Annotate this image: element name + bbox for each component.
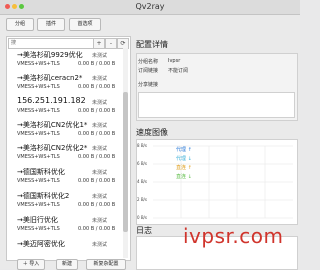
server-status: 未测试 — [92, 242, 108, 248]
legend-proxy-up: 代理 ↑ — [176, 147, 192, 153]
server-status: 未测试 — [92, 100, 108, 106]
watermark-text: ivpsr.com — [183, 224, 284, 248]
server-meta: VMESS+WS+TLS 0.00 B / 0.00 B — [17, 226, 116, 232]
speed-graph-title: 速度图像 — [136, 128, 168, 137]
server-status: 未测试 — [92, 218, 108, 224]
server-meta: VMESS+WS+TLS 0.00 B / 0.00 B — [17, 154, 116, 160]
remove-icon[interactable]: - — [105, 38, 117, 49]
server-status: 未测试 — [92, 170, 108, 176]
app-window: Qv2ray 分组 插件 首选项 搜 + - ⟳ →美洛杉矶9929优化 未测试… — [0, 0, 300, 270]
legend-direct-down: 直连 ↓ — [176, 174, 192, 180]
subscription-row: 订阅链接 不能订阅 — [138, 68, 189, 74]
config-details-title: 配置详情 — [136, 40, 168, 49]
subscription-value: 不能订阅 — [168, 68, 189, 74]
import-button[interactable]: ＋ 导入 — [17, 259, 45, 270]
import-icon: ＋ — [22, 261, 28, 267]
server-meta: VMESS+WS+TLS 0.00 B / 0.00 B — [17, 178, 116, 184]
server-meta: VMESS+WS+TLS 0.00 B / 0.00 B — [17, 61, 116, 67]
server-traffic: 0.00 B / 0.00 B — [78, 84, 116, 90]
server-meta: VMESS+WS+TLS 0.00 B / 0.00 B — [17, 108, 116, 114]
server-status: 未测试 — [92, 76, 108, 82]
scrollbar-thumb[interactable] — [123, 92, 128, 232]
search-input[interactable]: 搜 — [8, 38, 94, 49]
y-tick-label: 4 B/s — [137, 179, 147, 184]
server-status: 未测试 — [92, 53, 108, 59]
new-button[interactable]: 新建 — [56, 259, 78, 270]
y-tick-label: 8 B/s — [137, 143, 147, 148]
server-traffic: 0.00 B / 0.00 B — [78, 226, 116, 232]
server-traffic: 0.00 B / 0.00 B — [78, 202, 116, 208]
title-bar: Qv2ray — [0, 0, 300, 15]
server-meta: VMESS+WS+TLS 0.00 B / 0.00 B — [17, 84, 116, 90]
group-name-value: Ivpsr — [168, 58, 181, 64]
new-complex-config-button[interactable]: 新复杂配置 — [86, 259, 126, 270]
server-traffic: 0.00 B / 0.00 B — [78, 154, 116, 160]
server-status: 未测试 — [92, 123, 108, 129]
server-status: 未测试 — [92, 146, 108, 152]
server-traffic: 0.00 B / 0.00 B — [78, 178, 116, 184]
speed-chart-grid — [153, 145, 293, 219]
share-link-label: 分享链接 — [138, 82, 159, 88]
server-traffic: 0.00 B / 0.00 B — [78, 108, 116, 114]
server-traffic: 0.00 B / 0.00 B — [78, 131, 116, 137]
group-name-row: 分组名称 Ivpsr — [138, 58, 181, 65]
preferences-button[interactable]: 首选项 — [69, 18, 101, 31]
server-list-scrollbar[interactable] — [123, 48, 128, 258]
server-meta: VMESS+WS+TLS 0.00 B / 0.00 B — [17, 131, 116, 137]
groups-button[interactable]: 分组 — [6, 18, 34, 31]
server-status: 未测试 — [92, 194, 108, 200]
y-tick-label: 0 B/s — [137, 215, 147, 220]
window-title: Qv2ray — [135, 2, 165, 11]
y-tick-label: 2 B/s — [137, 197, 147, 202]
legend-proxy-down: 代理 ↓ — [176, 156, 192, 162]
speed-chart — [136, 139, 298, 225]
add-icon[interactable]: + — [93, 38, 105, 49]
legend-direct-up: 直连 ↑ — [176, 165, 192, 171]
plugins-button[interactable]: 插件 — [37, 18, 65, 31]
log-title: 日志 — [136, 226, 152, 235]
server-meta: VMESS+WS+TLS 0.00 B / 0.00 B — [17, 202, 116, 208]
y-tick-label: 6 B/s — [137, 161, 147, 166]
share-link-field[interactable] — [138, 92, 295, 118]
server-traffic: 0.00 B / 0.00 B — [78, 61, 116, 67]
